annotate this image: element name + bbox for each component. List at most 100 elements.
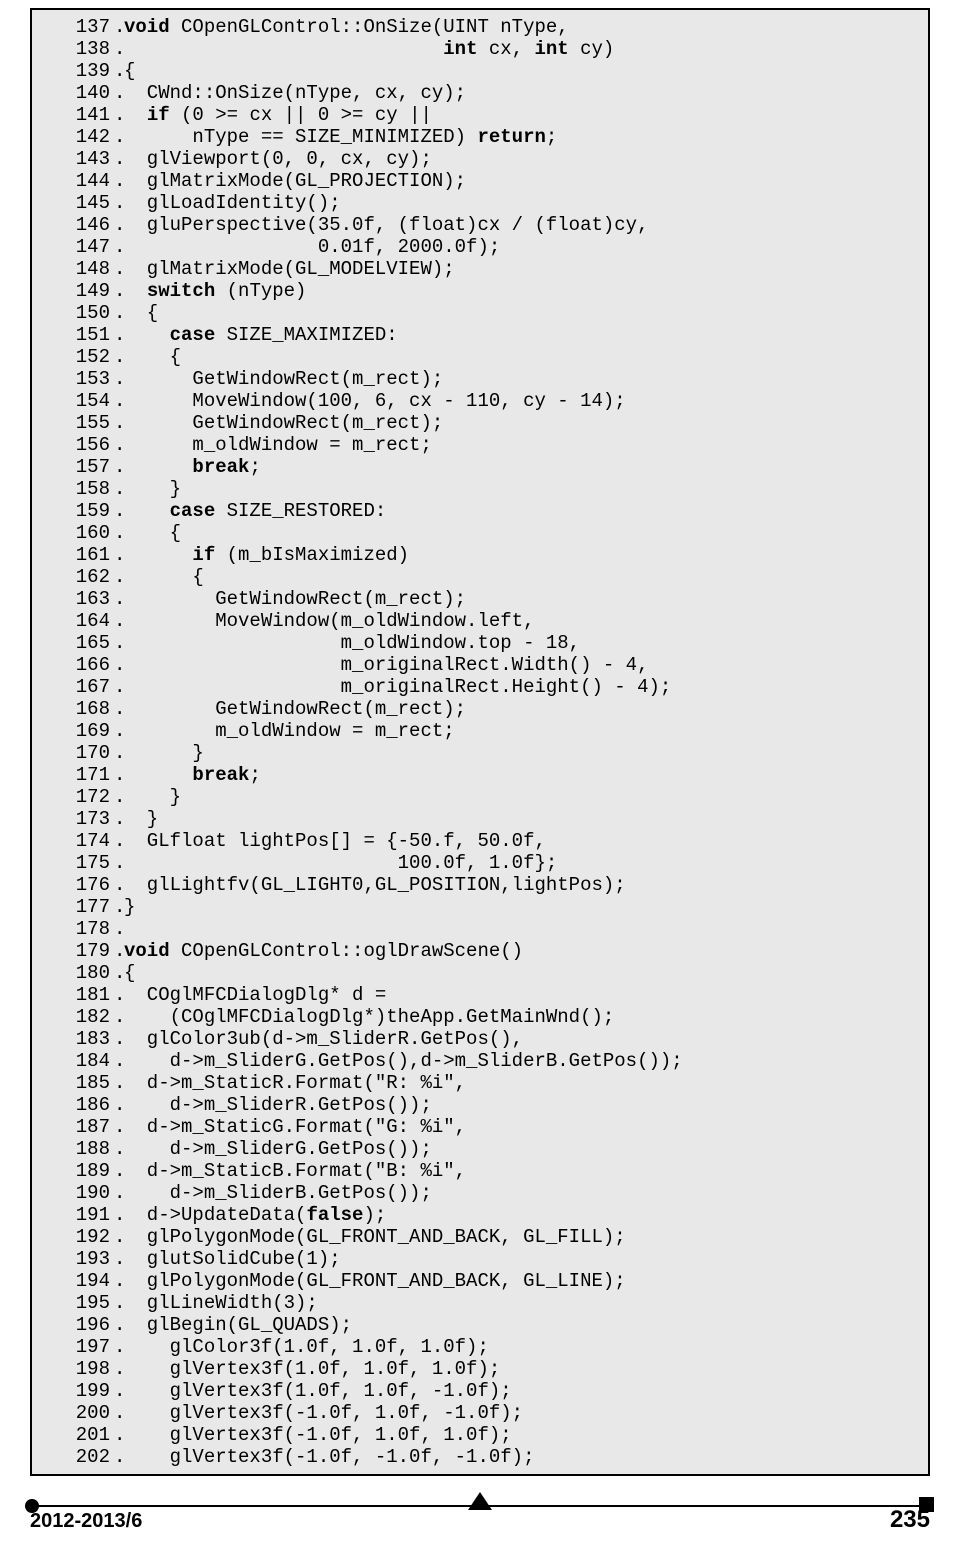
- code-text: glVertex3f(-1.0f, 1.0f, 1.0f);: [124, 1424, 922, 1446]
- line-number: 157: [38, 456, 114, 478]
- code-line: 169. m_oldWindow = m_rect;: [38, 720, 922, 742]
- line-number-dot: .: [114, 1336, 124, 1358]
- code-line: 186. d->m_SliderR.GetPos());: [38, 1094, 922, 1116]
- line-number: 189: [38, 1160, 114, 1182]
- code-listing-box: 137.void COpenGLControl::OnSize(UINT nTy…: [30, 8, 930, 1476]
- line-number: 200: [38, 1402, 114, 1424]
- code-line: 197. glColor3f(1.0f, 1.0f, 1.0f);: [38, 1336, 922, 1358]
- line-number: 183: [38, 1028, 114, 1050]
- line-number: 151: [38, 324, 114, 346]
- page-footer: 2012-2013/6 235: [30, 1492, 930, 1532]
- line-number: 177: [38, 896, 114, 918]
- code-line: 161. if (m_bIsMaximized): [38, 544, 922, 566]
- line-number-dot: .: [114, 1424, 124, 1446]
- code-line: 192. glPolygonMode(GL_FRONT_AND_BACK, GL…: [38, 1226, 922, 1248]
- code-text: glLineWidth(3);: [124, 1292, 922, 1314]
- code-text: }: [124, 896, 922, 918]
- line-number-dot: .: [114, 1248, 124, 1270]
- line-number-dot: .: [114, 544, 124, 566]
- line-number-dot: .: [114, 390, 124, 412]
- code-text: }: [124, 808, 922, 830]
- line-number: 198: [38, 1358, 114, 1380]
- code-line: 158. }: [38, 478, 922, 500]
- code-text: CWnd::OnSize(nType, cx, cy);: [124, 82, 922, 104]
- code-line: 151. case SIZE_MAXIMIZED:: [38, 324, 922, 346]
- line-number: 156: [38, 434, 114, 456]
- code-text: break;: [124, 764, 922, 786]
- line-number-dot: .: [114, 280, 124, 302]
- code-text: m_originalRect.Width() - 4,: [124, 654, 922, 676]
- code-text: if (m_bIsMaximized): [124, 544, 922, 566]
- line-number-dot: .: [114, 324, 124, 346]
- line-number-dot: .: [114, 984, 124, 1006]
- code-line: 171. break;: [38, 764, 922, 786]
- line-number: 175: [38, 852, 114, 874]
- line-number-dot: .: [114, 698, 124, 720]
- code-line: 155. GetWindowRect(m_rect);: [38, 412, 922, 434]
- line-number-dot: .: [114, 742, 124, 764]
- code-text: {: [124, 60, 922, 82]
- line-number: 170: [38, 742, 114, 764]
- code-line: 150. {: [38, 302, 922, 324]
- line-number-dot: .: [114, 1226, 124, 1248]
- line-number: 179: [38, 940, 114, 962]
- code-text: (COglMFCDialogDlg*)theApp.GetMainWnd();: [124, 1006, 922, 1028]
- code-line: 182. (COglMFCDialogDlg*)theApp.GetMainWn…: [38, 1006, 922, 1028]
- line-number-dot: .: [114, 830, 124, 852]
- line-number-dot: .: [114, 16, 124, 38]
- code-text: glVertex3f(-1.0f, 1.0f, -1.0f);: [124, 1402, 922, 1424]
- code-line: 159. case SIZE_RESTORED:: [38, 500, 922, 522]
- code-line: 194. glPolygonMode(GL_FRONT_AND_BACK, GL…: [38, 1270, 922, 1292]
- code-text: {: [124, 302, 922, 324]
- footer-marker-triangle-icon: [468, 1492, 492, 1510]
- code-text: if (0 >= cx || 0 >= cy ||: [124, 104, 922, 126]
- code-text: case SIZE_RESTORED:: [124, 500, 922, 522]
- code-text: {: [124, 522, 922, 544]
- code-text: GLfloat lightPos[] = {-50.f, 50.0f,: [124, 830, 922, 852]
- line-number: 144: [38, 170, 114, 192]
- line-number-dot: .: [114, 720, 124, 742]
- code-line: 177.}: [38, 896, 922, 918]
- code-text: glLightfv(GL_LIGHT0,GL_POSITION,lightPos…: [124, 874, 922, 896]
- code-line: 141. if (0 >= cx || 0 >= cy ||: [38, 104, 922, 126]
- line-number: 172: [38, 786, 114, 808]
- code-line: 185. d->m_StaticR.Format("R: %i",: [38, 1072, 922, 1094]
- line-number: 191: [38, 1204, 114, 1226]
- line-number-dot: .: [114, 148, 124, 170]
- line-number: 186: [38, 1094, 114, 1116]
- code-text: glViewport(0, 0, cx, cy);: [124, 148, 922, 170]
- code-text: d->m_SliderG.GetPos(),d->m_SliderB.GetPo…: [124, 1050, 922, 1072]
- code-line: 164. MoveWindow(m_oldWindow.left,: [38, 610, 922, 632]
- line-number-dot: .: [114, 60, 124, 82]
- line-number-dot: .: [114, 236, 124, 258]
- line-number: 153: [38, 368, 114, 390]
- line-number-dot: .: [114, 1292, 124, 1314]
- code-line: 168. GetWindowRect(m_rect);: [38, 698, 922, 720]
- line-number-dot: .: [114, 1358, 124, 1380]
- code-text: glPolygonMode(GL_FRONT_AND_BACK, GL_FILL…: [124, 1226, 922, 1248]
- code-text: }: [124, 786, 922, 808]
- code-line: 137.void COpenGLControl::OnSize(UINT nTy…: [38, 16, 922, 38]
- line-number-dot: .: [114, 368, 124, 390]
- line-number: 182: [38, 1006, 114, 1028]
- code-line: 144. glMatrixMode(GL_PROJECTION);: [38, 170, 922, 192]
- line-number: 137: [38, 16, 114, 38]
- line-number-dot: .: [114, 1006, 124, 1028]
- line-number: 167: [38, 676, 114, 698]
- code-line: 180.{: [38, 962, 922, 984]
- code-text: GetWindowRect(m_rect);: [124, 412, 922, 434]
- line-number-dot: .: [114, 170, 124, 192]
- line-number-dot: .: [114, 478, 124, 500]
- code-line: 196. glBegin(GL_QUADS);: [38, 1314, 922, 1336]
- code-line: 174. GLfloat lightPos[] = {-50.f, 50.0f,: [38, 830, 922, 852]
- code-line: 175. 100.0f, 1.0f};: [38, 852, 922, 874]
- line-number-dot: .: [114, 940, 124, 962]
- code-line: 179.void COpenGLControl::oglDrawScene(): [38, 940, 922, 962]
- code-line: 153. GetWindowRect(m_rect);: [38, 368, 922, 390]
- code-text: m_oldWindow.top - 18,: [124, 632, 922, 654]
- code-line: 181. COglMFCDialogDlg* d =: [38, 984, 922, 1006]
- code-line: 202. glVertex3f(-1.0f, -1.0f, -1.0f);: [38, 1446, 922, 1468]
- code-line: 139.{: [38, 60, 922, 82]
- code-line: 191. d->UpdateData(false);: [38, 1204, 922, 1226]
- line-number-dot: .: [114, 346, 124, 368]
